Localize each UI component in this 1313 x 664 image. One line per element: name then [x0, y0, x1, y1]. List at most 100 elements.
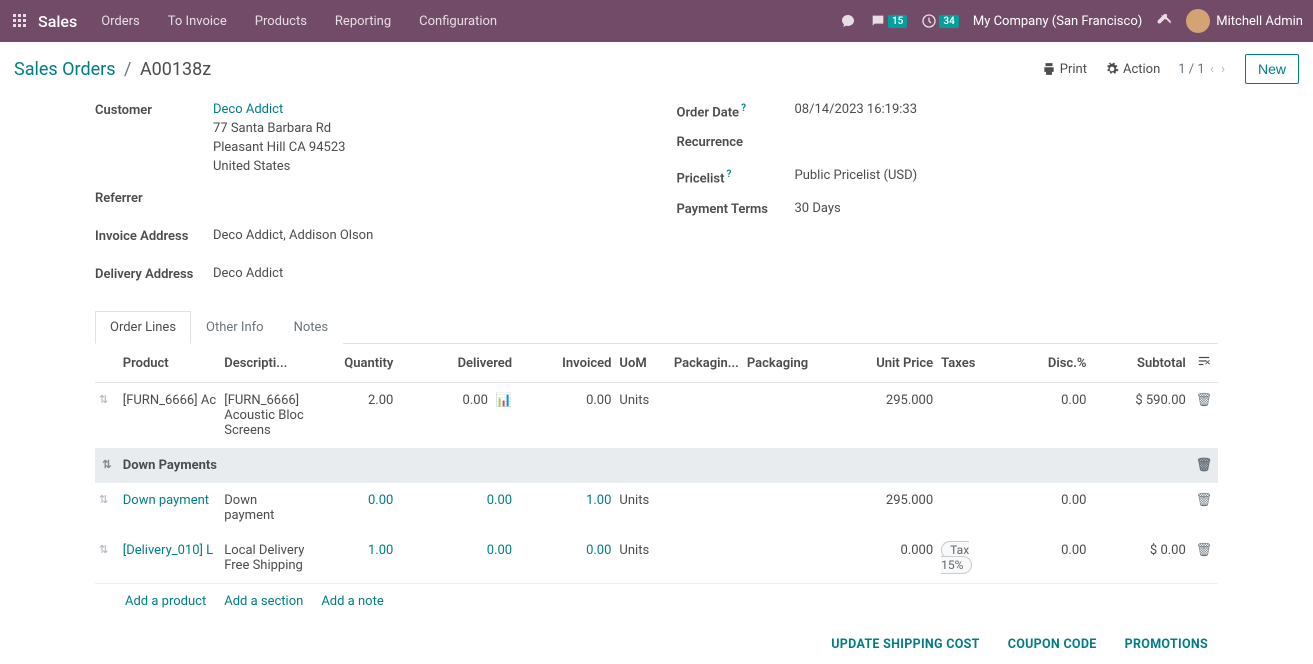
col-subtotal[interactable]: Subtotal — [1090, 344, 1189, 383]
cell-packq[interactable] — [669, 383, 742, 449]
cell-packaging[interactable] — [743, 383, 840, 449]
help-icon[interactable]: ? — [726, 169, 731, 180]
cell-product[interactable]: [Delivery_010] L — [119, 533, 221, 584]
action-button[interactable]: Action — [1105, 62, 1160, 77]
table-row[interactable]: ⇅ Down payment Down payment 0.00 0.00 1.… — [95, 483, 1218, 533]
cell-invoiced[interactable]: 0.00 — [516, 533, 615, 584]
cell-description[interactable]: Local Delivery Free Shipping — [220, 533, 311, 584]
table-row[interactable]: ⇅ [Delivery_010] L Local Delivery Free S… — [95, 533, 1218, 584]
content-scroll[interactable]: Customer Deco Addict 77 Santa Barbara Rd… — [0, 94, 1313, 664]
add-product-link[interactable]: Add a product — [125, 594, 206, 609]
col-discount[interactable]: Disc.% — [1004, 344, 1090, 383]
col-description[interactable]: Descripti... — [220, 344, 311, 383]
voip-icon[interactable] — [840, 13, 856, 29]
col-invoiced[interactable]: Invoiced — [516, 344, 615, 383]
breadcrumb-sep: / — [124, 59, 131, 80]
delete-row-icon[interactable]: 🗑 — [1190, 383, 1218, 449]
breadcrumb-current: A00138z — [140, 59, 211, 80]
cell-discount[interactable]: 0.00 — [1004, 383, 1090, 449]
add-note-link[interactable]: Add a note — [321, 594, 383, 609]
user-menu[interactable]: Mitchell Admin — [1186, 9, 1303, 33]
delete-row-icon[interactable]: 🗑 — [1190, 483, 1218, 533]
cell-packq[interactable] — [669, 533, 742, 584]
cell-product[interactable]: Down payment — [119, 483, 221, 533]
menu-products[interactable]: Products — [255, 14, 307, 29]
cell-invoiced[interactable]: 1.00 — [516, 483, 615, 533]
col-options-icon[interactable] — [1190, 344, 1218, 383]
delete-row-icon[interactable]: 🗑 — [1190, 533, 1218, 584]
pager-next[interactable]: › — [1221, 62, 1225, 77]
cell-discount[interactable]: 0.00 — [1004, 533, 1090, 584]
debug-icon[interactable] — [1156, 11, 1172, 31]
drag-handle-icon[interactable]: ⇅ — [95, 448, 119, 483]
cell-taxes[interactable] — [937, 383, 1004, 449]
update-shipping-button[interactable]: UPDATE SHIPPING COST — [831, 637, 979, 652]
col-unit-price[interactable]: Unit Price — [840, 344, 937, 383]
cell-taxes[interactable]: Tax 15% — [937, 533, 1004, 584]
col-uom[interactable]: UoM — [615, 344, 669, 383]
apps-icon[interactable] — [10, 11, 30, 31]
cell-unit-price[interactable]: 295.000 — [840, 383, 937, 449]
col-delivered[interactable]: Delivered — [397, 344, 516, 383]
cell-packaging[interactable] — [743, 483, 840, 533]
add-section-link[interactable]: Add a section — [224, 594, 303, 609]
cell-delivered[interactable]: 0.00 — [397, 533, 516, 584]
table-row[interactable]: ⇅ [FURN_6666] Ac [FURN_6666] Acoustic Bl… — [95, 383, 1218, 449]
customer-name[interactable]: Deco Addict — [213, 102, 345, 117]
top-menu: Orders To Invoice Products Reporting Con… — [101, 14, 497, 29]
drag-handle-icon[interactable]: ⇅ — [95, 383, 119, 449]
cell-packaging[interactable] — [743, 533, 840, 584]
company-selector[interactable]: My Company (San Francisco) — [973, 14, 1142, 29]
activities-icon[interactable]: 34 — [921, 13, 958, 29]
forecast-icon[interactable]: 📊 — [496, 393, 512, 408]
promotions-button[interactable]: PROMOTIONS — [1125, 637, 1208, 652]
cell-taxes[interactable] — [937, 483, 1004, 533]
order-date-label: Order Date? — [677, 102, 795, 120]
cell-packq[interactable] — [669, 483, 742, 533]
col-quantity[interactable]: Quantity — [311, 344, 397, 383]
help-icon[interactable]: ? — [741, 103, 746, 114]
menu-to-invoice[interactable]: To Invoice — [168, 14, 227, 29]
cell-unit-price[interactable]: 0.000 — [840, 533, 937, 584]
new-button[interactable]: New — [1245, 54, 1299, 84]
cell-uom[interactable]: Units — [615, 533, 669, 584]
section-row[interactable]: ⇅ Down Payments 🗑 — [95, 448, 1218, 483]
cell-delivered[interactable]: 0.00 — [397, 483, 516, 533]
col-product[interactable]: Product — [119, 344, 221, 383]
col-packaging-qty[interactable]: Packagin... — [669, 344, 742, 383]
cell-discount[interactable]: 0.00 — [1004, 483, 1090, 533]
coupon-code-button[interactable]: COUPON CODE — [1008, 637, 1097, 652]
messages-icon[interactable]: 15 — [870, 13, 907, 29]
drag-handle-icon[interactable]: ⇅ — [95, 533, 119, 584]
cell-quantity[interactable]: 2.00 — [311, 383, 397, 449]
tax-badge[interactable]: Tax 15% — [941, 541, 972, 574]
delivery-address-label: Delivery Address — [95, 266, 213, 282]
tab-other-info[interactable]: Other Info — [191, 311, 279, 344]
cell-uom[interactable]: Units — [615, 483, 669, 533]
breadcrumb-root[interactable]: Sales Orders — [14, 59, 116, 80]
tab-order-lines[interactable]: Order Lines — [95, 311, 191, 344]
cell-delivered[interactable]: 0.00📊 — [397, 383, 516, 449]
drag-handle-icon[interactable]: ⇅ — [95, 483, 119, 533]
pager-text: 1 / 1 — [1178, 62, 1204, 77]
delete-row-icon[interactable]: 🗑 — [1190, 448, 1218, 483]
app-brand[interactable]: Sales — [38, 12, 77, 31]
col-taxes[interactable]: Taxes — [937, 344, 1004, 383]
cell-description[interactable]: [FURN_6666] Acoustic Bloc Screens — [220, 383, 311, 449]
section-title[interactable]: Down Payments — [119, 448, 1190, 483]
menu-configuration[interactable]: Configuration — [419, 14, 497, 29]
tab-notes[interactable]: Notes — [279, 311, 344, 344]
menu-orders[interactable]: Orders — [101, 14, 140, 29]
pager-prev[interactable]: ‹ — [1210, 62, 1214, 77]
cell-product[interactable]: [FURN_6666] Ac — [119, 383, 221, 449]
cell-quantity[interactable]: 0.00 — [311, 483, 397, 533]
menu-reporting[interactable]: Reporting — [335, 14, 391, 29]
messages-badge: 15 — [888, 15, 907, 28]
cell-uom[interactable]: Units — [615, 383, 669, 449]
col-packaging[interactable]: Packaging — [743, 344, 840, 383]
cell-description[interactable]: Down payment — [220, 483, 311, 533]
print-button[interactable]: Print — [1042, 62, 1087, 77]
cell-invoiced[interactable]: 0.00 — [516, 383, 615, 449]
cell-unit-price[interactable]: 295.000 — [840, 483, 937, 533]
cell-quantity[interactable]: 1.00 — [311, 533, 397, 584]
